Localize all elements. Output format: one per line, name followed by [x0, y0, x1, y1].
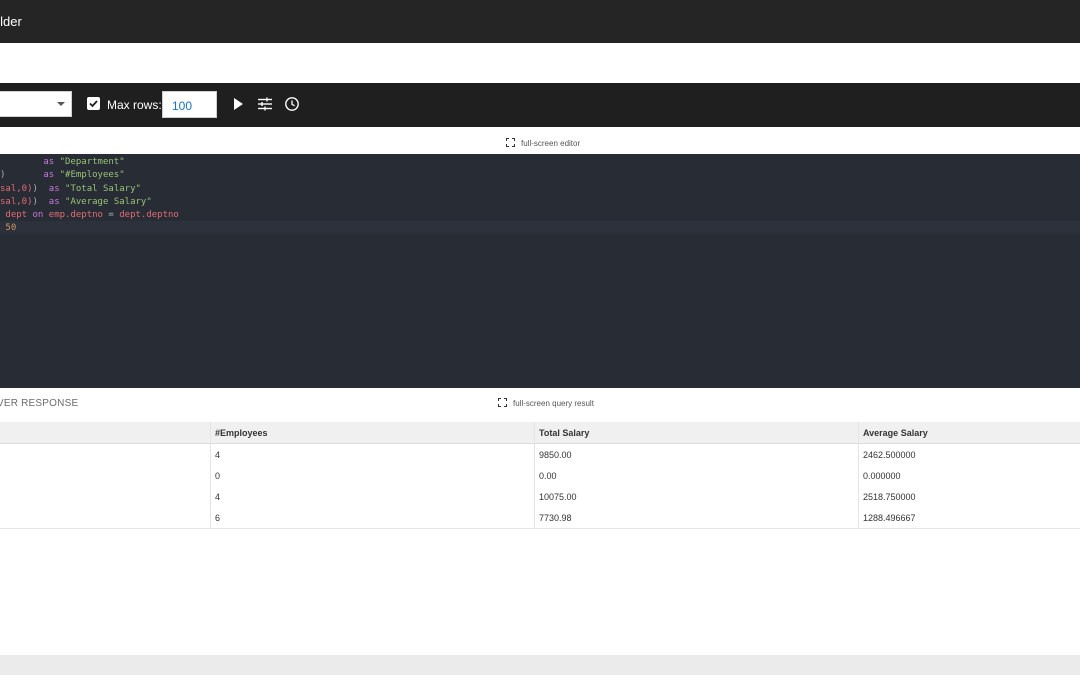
fullscreen-result-button[interactable]: full-screen query result [498, 398, 598, 410]
code-token: sal,0) [0, 197, 33, 207]
code-line: sal,0)) as "Total Salary" [0, 183, 141, 196]
table-cell: 2462.500000 [863, 450, 916, 460]
code-token: sal,0) [0, 184, 33, 194]
column-divider [210, 422, 211, 528]
table-cell: 9850.00 [539, 450, 572, 460]
code-token: as [43, 157, 60, 167]
checkmark-icon [89, 100, 98, 108]
code-token: as [48, 197, 66, 207]
code-token: = [108, 210, 120, 220]
response-title: VER RESPONSE [0, 398, 79, 409]
table-cell: 10075.00 [539, 492, 577, 502]
code-token: emp.deptno [48, 210, 109, 220]
editor-header: full-screen editor [0, 127, 1080, 154]
code-line: 50 [0, 222, 16, 235]
response-header: VER RESPONSE full-screen query result [0, 388, 1080, 422]
code-token: dept.deptno [119, 210, 179, 220]
column-divider [858, 422, 859, 528]
table-cell: 0 [215, 471, 221, 481]
column-header[interactable]: Total Salary [539, 428, 589, 438]
title-bar: uilder [0, 0, 1080, 43]
fullscreen-icon [498, 398, 507, 407]
code-token: ) [32, 197, 49, 207]
table-cell: 4 [215, 492, 221, 502]
query-toolbar: Max rows: 100 [0, 83, 1080, 127]
code-line: ) as "#Employees" [0, 169, 125, 182]
column-header[interactable]: Average Salary [863, 428, 928, 438]
column-divider [534, 422, 535, 528]
table-cell: 1288.496667 [863, 513, 916, 523]
history-icon[interactable] [284, 96, 300, 112]
code-line: dept on emp.deptno = dept.deptno [0, 209, 179, 222]
table-row[interactable]: 4 10075.00 2518.750000 [0, 486, 1080, 508]
table-row[interactable]: 0 0.00 0.000000 [0, 465, 1080, 487]
code-token: on [32, 210, 49, 220]
active-line-highlight [0, 221, 1080, 234]
code-token: dept [0, 210, 33, 220]
status-bar [0, 655, 1080, 675]
table-row[interactable]: 4 9850.00 2462.500000 [0, 444, 1080, 466]
column-header[interactable]: #Employees [215, 428, 268, 438]
table-cell: 0.00 [539, 471, 557, 481]
fullscreen-editor-button[interactable]: full-screen editor [506, 138, 586, 150]
table-cell: 7730.98 [539, 513, 572, 523]
code-token: ) [32, 184, 49, 194]
table-cell: 4 [215, 450, 221, 460]
code-token: "Total Salary" [65, 184, 141, 194]
table-row[interactable]: 6 7730.98 1288.496667 [0, 507, 1080, 529]
max-rows-label: Max rows: [107, 98, 162, 112]
code-token: 50 [0, 223, 17, 233]
table-cell: 0.000000 [863, 471, 901, 481]
app-title: uilder [0, 14, 22, 29]
code-token: as [43, 170, 60, 180]
code-line: as "Department" [0, 156, 125, 169]
table-cell: 6 [215, 513, 221, 523]
max-rows-checkbox[interactable] [87, 97, 100, 110]
table-cell: 2518.750000 [863, 492, 916, 502]
table-header: #Employees Total Salary Average Salary [0, 422, 1080, 444]
chevron-down-icon [57, 102, 65, 106]
code-token: as [48, 184, 66, 194]
code-line: sal,0)) as "Average Salary" [0, 196, 152, 209]
sql-editor[interactable]: as "Department") as "#Employees" sal,0)) … [0, 154, 1080, 388]
max-rows-input[interactable]: 100 [162, 91, 217, 118]
play-icon[interactable] [231, 96, 247, 112]
tune-icon[interactable] [257, 96, 273, 112]
code-token: "Average Salary" [65, 197, 152, 207]
code-token: "Department" [59, 157, 125, 167]
connection-select[interactable] [0, 91, 72, 117]
fullscreen-editor-label: full-screen editor [521, 139, 581, 148]
fullscreen-icon [506, 138, 515, 147]
code-token: "#Employees" [59, 170, 125, 180]
fullscreen-result-label: full-screen query result [513, 399, 594, 408]
